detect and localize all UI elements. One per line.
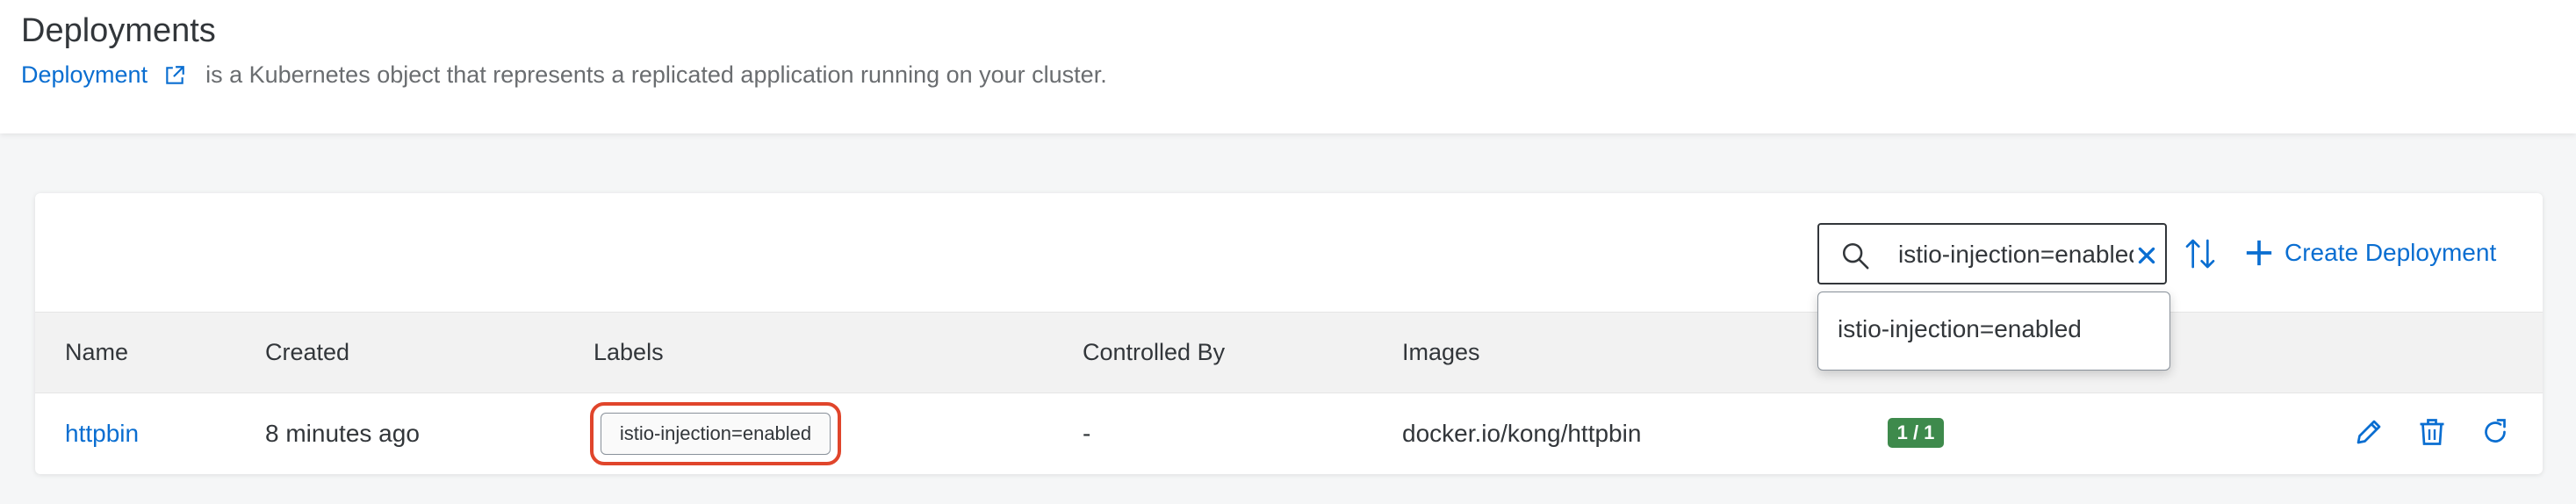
search-input[interactable] bbox=[1898, 234, 2133, 276]
label-token: istio-injection=enabled bbox=[601, 413, 831, 455]
edit-icon[interactable] bbox=[2353, 416, 2385, 448]
page-description: Deployment is a Kubernetes object that r… bbox=[21, 61, 1107, 89]
page-header: Deployments Deployment is a Kubernetes o… bbox=[0, 0, 2576, 133]
label-highlight-annotation: istio-injection=enabled bbox=[590, 402, 841, 465]
column-header-images[interactable]: Images bbox=[1402, 339, 1480, 366]
external-link-icon[interactable] bbox=[163, 64, 186, 87]
create-deployment-label: Create Deployment bbox=[2285, 239, 2497, 266]
sort-icon[interactable] bbox=[2183, 235, 2218, 272]
search-field[interactable] bbox=[1817, 223, 2167, 284]
column-header-created[interactable]: Created bbox=[265, 339, 349, 366]
image-cell: docker.io/kong/httpbin bbox=[1402, 420, 1642, 447]
column-header-name[interactable]: Name bbox=[65, 339, 128, 366]
search-suggestions-popover: istio-injection=enabled bbox=[1817, 292, 2170, 371]
clear-icon[interactable] bbox=[2135, 244, 2158, 267]
page-title: Deployments bbox=[21, 12, 216, 49]
description-text: is a Kubernetes object that represents a… bbox=[205, 61, 1107, 88]
column-header-controlled-by[interactable]: Controlled By bbox=[1083, 339, 1225, 366]
status-badge: 1 / 1 bbox=[1888, 418, 1944, 448]
deployment-doc-link[interactable]: Deployment bbox=[21, 61, 148, 89]
search-icon bbox=[1842, 242, 1869, 270]
created-cell: 8 minutes ago bbox=[265, 420, 420, 447]
delete-icon[interactable] bbox=[2416, 416, 2448, 448]
column-header-labels[interactable]: Labels bbox=[594, 339, 664, 366]
plus-icon bbox=[2246, 240, 2272, 266]
table-row[interactable]: httpbin 8 minutes ago istio-injection=en… bbox=[35, 393, 2543, 474]
controlled-by-cell: - bbox=[1083, 420, 1091, 447]
create-deployment-button[interactable]: Create Deployment bbox=[2244, 232, 2496, 274]
deployment-name-link[interactable]: httpbin bbox=[65, 420, 139, 448]
restart-icon[interactable] bbox=[2479, 416, 2511, 448]
suggestion-item[interactable]: istio-injection=enabled bbox=[1838, 315, 2082, 343]
